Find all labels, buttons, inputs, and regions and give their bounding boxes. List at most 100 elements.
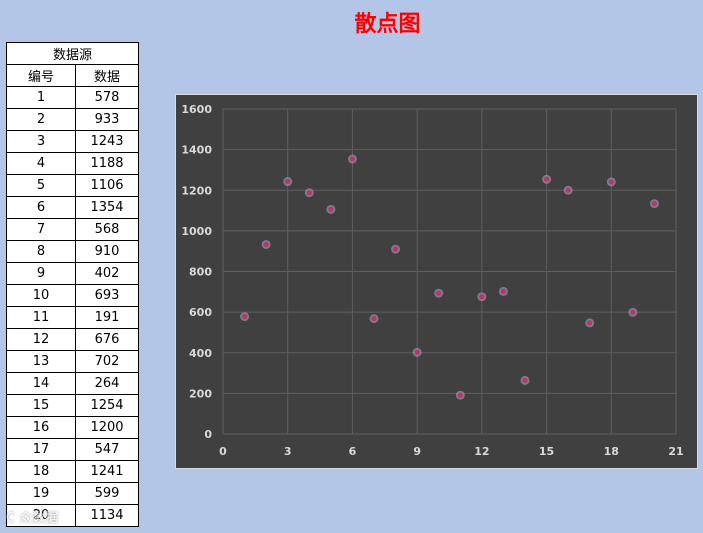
table-cell-value: 910 bbox=[75, 240, 139, 263]
table-row: 19 599 bbox=[6, 482, 139, 505]
table-cell-id: 5 bbox=[6, 174, 76, 197]
data-point bbox=[285, 179, 291, 185]
x-tick-label: 18 bbox=[604, 445, 619, 458]
column-header-value: 数据 bbox=[75, 64, 139, 87]
table-cell-id: 4 bbox=[6, 152, 76, 175]
table-cell-value: 402 bbox=[75, 262, 139, 285]
data-point bbox=[328, 206, 334, 212]
table-cell-value: 191 bbox=[75, 306, 139, 329]
table-cell-id: 3 bbox=[6, 130, 76, 153]
table-cell-id: 2 bbox=[6, 108, 76, 131]
table-header: 数据源 bbox=[6, 42, 139, 65]
table-row: 2 933 bbox=[6, 108, 139, 131]
table-cell-value: 599 bbox=[75, 482, 139, 505]
table-row: 13 702 bbox=[6, 350, 139, 373]
data-point bbox=[242, 314, 248, 320]
data-point bbox=[306, 190, 312, 196]
table-cell-id: 17 bbox=[6, 438, 76, 461]
table-row: 1 578 bbox=[6, 86, 139, 109]
x-tick-label: 6 bbox=[349, 445, 357, 458]
column-header-id: 编号 bbox=[6, 64, 76, 87]
table-cell-id: 14 bbox=[6, 372, 76, 395]
y-tick-label: 200 bbox=[189, 387, 212, 400]
table-cell-id: 7 bbox=[6, 218, 76, 241]
table-column-header-row: 编号 数据 bbox=[6, 64, 139, 87]
table-cell-id: 9 bbox=[6, 262, 76, 285]
table-row: 9 402 bbox=[6, 262, 139, 285]
table-cell-id: 8 bbox=[6, 240, 76, 263]
chart-title: 散点图 bbox=[354, 12, 421, 37]
table-row: 16 1200 bbox=[6, 416, 139, 439]
table-cell-value: 578 bbox=[75, 86, 139, 109]
table-cell-value: 933 bbox=[75, 108, 139, 131]
table-row: 14 264 bbox=[6, 372, 139, 395]
table-row: 8 910 bbox=[6, 240, 139, 263]
y-tick-label: 1200 bbox=[181, 184, 212, 197]
data-point bbox=[457, 392, 463, 398]
y-tick-label: 1000 bbox=[181, 225, 212, 238]
data-point bbox=[651, 201, 657, 207]
scatter-chart: 0 200 400 600 800 1000 1200 1400 1600 0 3 6 9 12 15 18 2… bbox=[175, 94, 698, 469]
table-cell-id: 11 bbox=[6, 306, 76, 329]
x-tick-label: 15 bbox=[539, 445, 554, 458]
table-cell-id: 1 bbox=[6, 86, 76, 109]
data-point bbox=[522, 377, 528, 383]
data-point bbox=[544, 176, 550, 182]
table-cell-id: 18 bbox=[6, 460, 76, 483]
table-cell-value: 1134 bbox=[75, 504, 139, 527]
table-row: 17 547 bbox=[6, 438, 139, 461]
table-cell-id: 16 bbox=[6, 416, 76, 439]
table-cell-id: 10 bbox=[6, 284, 76, 307]
data-point bbox=[500, 288, 506, 294]
y-tick-label: 400 bbox=[189, 347, 212, 360]
data-point bbox=[630, 309, 636, 315]
table-cell-value: 693 bbox=[75, 284, 139, 307]
table-row: 12 676 bbox=[6, 328, 139, 351]
table-cell-id: 6 bbox=[6, 196, 76, 219]
data-point bbox=[565, 187, 571, 193]
table-row: 3 1243 bbox=[6, 130, 139, 153]
scatter-chart-svg: 0 200 400 600 800 1000 1200 1400 1600 0 3 6 9 12 15 18 2… bbox=[181, 103, 683, 458]
data-point bbox=[414, 349, 420, 355]
data-point bbox=[263, 241, 269, 247]
x-tick-label: 12 bbox=[474, 445, 489, 458]
table-row: 6 1354 bbox=[6, 196, 139, 219]
x-tick-label: 3 bbox=[284, 445, 292, 458]
data-point bbox=[349, 156, 355, 162]
y-tick-label: 0 bbox=[204, 428, 212, 441]
table-cell-value: 1254 bbox=[75, 394, 139, 417]
table-cell-value: 1106 bbox=[75, 174, 139, 197]
table-cell-value: 1241 bbox=[75, 460, 139, 483]
table-row: 4 1188 bbox=[6, 152, 139, 175]
table-cell-value: 264 bbox=[75, 372, 139, 395]
table-cell-value: 568 bbox=[75, 218, 139, 241]
table-row: 5 1106 bbox=[6, 174, 139, 197]
table-cell-value: 547 bbox=[75, 438, 139, 461]
x-tick-label: 9 bbox=[413, 445, 421, 458]
y-tick-label: 600 bbox=[189, 306, 212, 319]
y-tick-label: 1600 bbox=[181, 103, 212, 116]
table-row: 11 191 bbox=[6, 306, 139, 329]
y-tick-label: 800 bbox=[189, 266, 212, 279]
data-point bbox=[436, 290, 442, 296]
table-cell-id: 19 bbox=[6, 482, 76, 505]
table-row: 10 693 bbox=[6, 284, 139, 307]
table-cell-value: 1188 bbox=[75, 152, 139, 175]
data-point bbox=[479, 294, 485, 300]
watermark: C 众数据 bbox=[6, 511, 59, 526]
table-row: 15 1254 bbox=[6, 394, 139, 417]
data-source-table: 数据源 编号 数据 1 578 2 933 3 1243 4 1188 5 1106 6 1354 7 5… bbox=[6, 42, 139, 527]
table-row: 18 1241 bbox=[6, 460, 139, 483]
table-cell-value: 676 bbox=[75, 328, 139, 351]
x-tick-label: 21 bbox=[668, 445, 683, 458]
y-tick-label: 1400 bbox=[181, 144, 212, 157]
data-point bbox=[371, 316, 377, 322]
table-cell-id: 12 bbox=[6, 328, 76, 351]
table-cell-value: 702 bbox=[75, 350, 139, 373]
table-cell-value: 1354 bbox=[75, 196, 139, 219]
table-cell-id: 13 bbox=[6, 350, 76, 373]
table-cell-value: 1243 bbox=[75, 130, 139, 153]
table-cell-value: 1200 bbox=[75, 416, 139, 439]
x-tick-label: 0 bbox=[219, 445, 227, 458]
table-header-row: 数据源 bbox=[6, 42, 139, 65]
